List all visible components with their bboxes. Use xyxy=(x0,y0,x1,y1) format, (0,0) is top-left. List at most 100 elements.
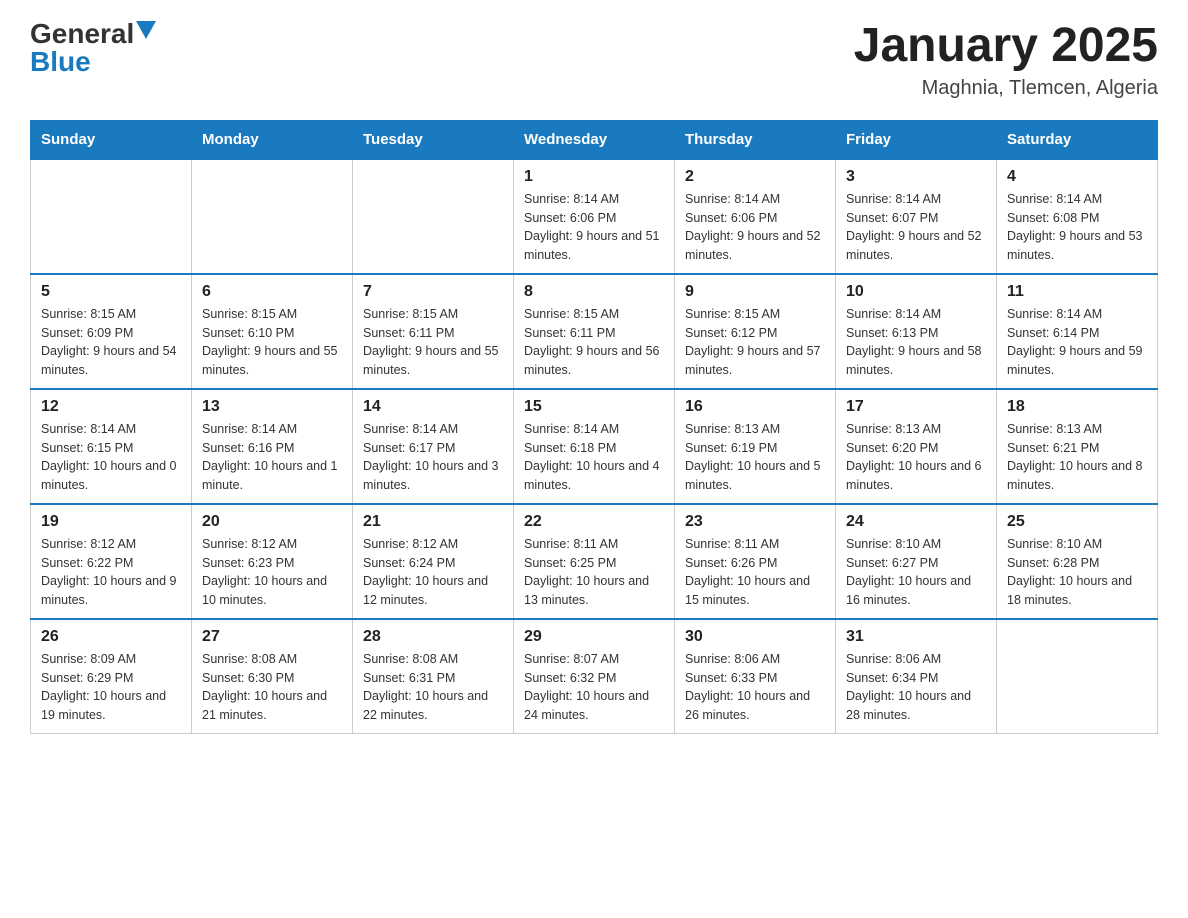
calendar-cell: 23 Sunrise: 8:11 AM Sunset: 6:26 PM Dayli… xyxy=(675,504,836,619)
day-number: 29 xyxy=(524,628,664,646)
calendar-cell: 17 Sunrise: 8:13 AM Sunset: 6:20 PM Dayli… xyxy=(836,389,997,504)
day-number: 16 xyxy=(685,398,825,416)
day-number: 13 xyxy=(202,398,342,416)
day-number: 6 xyxy=(202,283,342,301)
day-number: 3 xyxy=(846,168,986,186)
calendar-cell: 14 Sunrise: 8:14 AM Sunset: 6:17 PM Dayli… xyxy=(353,389,514,504)
day-info: Sunrise: 8:14 AM Sunset: 6:08 PM Dayligh… xyxy=(1007,190,1147,265)
calendar-cell: 28Sunrise: 8:08 AM Sunset: 6:31 PM Dayli… xyxy=(353,619,514,734)
day-number: 11 xyxy=(1007,283,1147,301)
calendar-cell: 13 Sunrise: 8:14 AM Sunset: 6:16 PM Dayli… xyxy=(192,389,353,504)
calendar-cell: 26 Sunrise: 8:09 AM Sunset: 6:29 PM Dayli… xyxy=(31,619,192,734)
calendar-cell: 12 Sunrise: 8:14 AM Sunset: 6:15 PM Dayli… xyxy=(31,389,192,504)
day-info: Sunrise: 8:15 AM Sunset: 6:11 PM Dayligh… xyxy=(363,305,503,380)
calendar-cell: 4 Sunrise: 8:14 AM Sunset: 6:08 PM Daylig… xyxy=(997,159,1158,274)
week-row-4: 19Sunrise: 8:12 AM Sunset: 6:22 PM Dayli… xyxy=(31,504,1158,619)
calendar-cell: 3 Sunrise: 8:14 AM Sunset: 6:07 PM Daylig… xyxy=(836,159,997,274)
calendar-cell: 6 Sunrise: 8:15 AM Sunset: 6:10 PM Daylig… xyxy=(192,274,353,389)
day-info: Sunrise: 8:15 AM Sunset: 6:12 PM Dayligh… xyxy=(685,305,825,380)
day-number: 24 xyxy=(846,513,986,531)
day-number: 9 xyxy=(685,283,825,301)
day-info: Sunrise: 8:08 AM Sunset: 6:31 PM Dayligh… xyxy=(363,650,503,725)
calendar-header-saturday: Saturday xyxy=(997,120,1158,159)
calendar-cell: 31Sunrise: 8:06 AM Sunset: 6:34 PM Dayli… xyxy=(836,619,997,734)
day-info: Sunrise: 8:14 AM Sunset: 6:18 PM Dayligh… xyxy=(524,420,664,495)
week-row-3: 12 Sunrise: 8:14 AM Sunset: 6:15 PM Dayli… xyxy=(31,389,1158,504)
day-info: Sunrise: 8:14 AM Sunset: 6:16 PM Dayligh… xyxy=(202,420,342,495)
day-number: 22 xyxy=(524,513,664,531)
calendar-header-tuesday: Tuesday xyxy=(353,120,514,159)
calendar-header-monday: Monday xyxy=(192,120,353,159)
day-number: 12 xyxy=(41,398,181,416)
calendar-table: SundayMondayTuesdayWednesdayThursdayFrid… xyxy=(30,120,1158,734)
location-text: Maghnia, Tlemcen, Algeria xyxy=(854,77,1158,100)
day-info: Sunrise: 8:13 AM Sunset: 6:20 PM Dayligh… xyxy=(846,420,986,495)
day-number: 19 xyxy=(41,513,181,531)
day-number: 31 xyxy=(846,628,986,646)
day-info: Sunrise: 8:11 AM Sunset: 6:26 PM Dayligh… xyxy=(685,535,825,610)
calendar-cell: 5 Sunrise: 8:15 AM Sunset: 6:09 PM Daylig… xyxy=(31,274,192,389)
calendar-cell: 9 Sunrise: 8:15 AM Sunset: 6:12 PM Daylig… xyxy=(675,274,836,389)
calendar-cell xyxy=(997,619,1158,734)
calendar-cell: 24 Sunrise: 8:10 AM Sunset: 6:27 PM Dayli… xyxy=(836,504,997,619)
day-info: Sunrise: 8:14 AM Sunset: 6:15 PM Dayligh… xyxy=(41,420,181,495)
day-info: Sunrise: 8:12 AM Sunset: 6:23 PM Dayligh… xyxy=(202,535,342,610)
day-number: 25 xyxy=(1007,513,1147,531)
day-number: 21 xyxy=(363,513,503,531)
logo-triangle-icon xyxy=(136,21,156,39)
calendar-cell: 22 Sunrise: 8:11 AM Sunset: 6:25 PM Dayli… xyxy=(514,504,675,619)
day-number: 17 xyxy=(846,398,986,416)
day-info: Sunrise: 8:10 AM Sunset: 6:28 PM Dayligh… xyxy=(1007,535,1147,610)
calendar-cell xyxy=(192,159,353,274)
day-info: Sunrise: 8:15 AM Sunset: 6:11 PM Dayligh… xyxy=(524,305,664,380)
day-number: 14 xyxy=(363,398,503,416)
day-info: Sunrise: 8:15 AM Sunset: 6:09 PM Dayligh… xyxy=(41,305,181,380)
day-number: 4 xyxy=(1007,168,1147,186)
day-number: 10 xyxy=(846,283,986,301)
day-number: 23 xyxy=(685,513,825,531)
day-info: Sunrise: 8:13 AM Sunset: 6:19 PM Dayligh… xyxy=(685,420,825,495)
day-number: 20 xyxy=(202,513,342,531)
day-number: 2 xyxy=(685,168,825,186)
week-row-1: 1 Sunrise: 8:14 AM Sunset: 6:06 PM Daylig… xyxy=(31,159,1158,274)
day-number: 1 xyxy=(524,168,664,186)
calendar-header-sunday: Sunday xyxy=(31,120,192,159)
calendar-header-wednesday: Wednesday xyxy=(514,120,675,159)
day-number: 27 xyxy=(202,628,342,646)
day-info: Sunrise: 8:09 AM Sunset: 6:29 PM Dayligh… xyxy=(41,650,181,725)
month-title: January 2025 xyxy=(854,20,1158,73)
calendar-cell: 16 Sunrise: 8:13 AM Sunset: 6:19 PM Dayli… xyxy=(675,389,836,504)
calendar-cell: 1 Sunrise: 8:14 AM Sunset: 6:06 PM Daylig… xyxy=(514,159,675,274)
calendar-cell: 11 Sunrise: 8:14 AM Sunset: 6:14 PM Dayli… xyxy=(997,274,1158,389)
title-section: January 2025 Maghnia, Tlemcen, Algeria xyxy=(854,20,1158,100)
logo: General Blue xyxy=(30,20,156,76)
calendar-cell: 2 Sunrise: 8:14 AM Sunset: 6:06 PM Daylig… xyxy=(675,159,836,274)
day-info: Sunrise: 8:14 AM Sunset: 6:06 PM Dayligh… xyxy=(685,190,825,265)
day-info: Sunrise: 8:15 AM Sunset: 6:10 PM Dayligh… xyxy=(202,305,342,380)
day-info: Sunrise: 8:14 AM Sunset: 6:06 PM Dayligh… xyxy=(524,190,664,265)
calendar-cell xyxy=(353,159,514,274)
calendar-cell: 15 Sunrise: 8:14 AM Sunset: 6:18 PM Dayli… xyxy=(514,389,675,504)
day-info: Sunrise: 8:14 AM Sunset: 6:07 PM Dayligh… xyxy=(846,190,986,265)
logo-general-text: General xyxy=(30,20,134,48)
day-info: Sunrise: 8:14 AM Sunset: 6:17 PM Dayligh… xyxy=(363,420,503,495)
day-number: 15 xyxy=(524,398,664,416)
day-info: Sunrise: 8:07 AM Sunset: 6:32 PM Dayligh… xyxy=(524,650,664,725)
day-number: 5 xyxy=(41,283,181,301)
page-header: General Blue January 2025 Maghnia, Tlemc… xyxy=(30,20,1158,100)
day-number: 7 xyxy=(363,283,503,301)
day-info: Sunrise: 8:06 AM Sunset: 6:33 PM Dayligh… xyxy=(685,650,825,725)
day-info: Sunrise: 8:10 AM Sunset: 6:27 PM Dayligh… xyxy=(846,535,986,610)
calendar-cell: 20 Sunrise: 8:12 AM Sunset: 6:23 PM Dayli… xyxy=(192,504,353,619)
day-info: Sunrise: 8:11 AM Sunset: 6:25 PM Dayligh… xyxy=(524,535,664,610)
day-info: Sunrise: 8:14 AM Sunset: 6:14 PM Dayligh… xyxy=(1007,305,1147,380)
day-number: 30 xyxy=(685,628,825,646)
calendar-header-thursday: Thursday xyxy=(675,120,836,159)
day-info: Sunrise: 8:12 AM Sunset: 6:24 PM Dayligh… xyxy=(363,535,503,610)
calendar-cell: 7 Sunrise: 8:15 AM Sunset: 6:11 PM Daylig… xyxy=(353,274,514,389)
day-number: 26 xyxy=(41,628,181,646)
calendar-cell: 18Sunrise: 8:13 AM Sunset: 6:21 PM Dayli… xyxy=(997,389,1158,504)
calendar-cell: 25 Sunrise: 8:10 AM Sunset: 6:28 PM Dayli… xyxy=(997,504,1158,619)
calendar-cell: 21 Sunrise: 8:12 AM Sunset: 6:24 PM Dayli… xyxy=(353,504,514,619)
calendar-cell: 29 Sunrise: 8:07 AM Sunset: 6:32 PM Dayli… xyxy=(514,619,675,734)
